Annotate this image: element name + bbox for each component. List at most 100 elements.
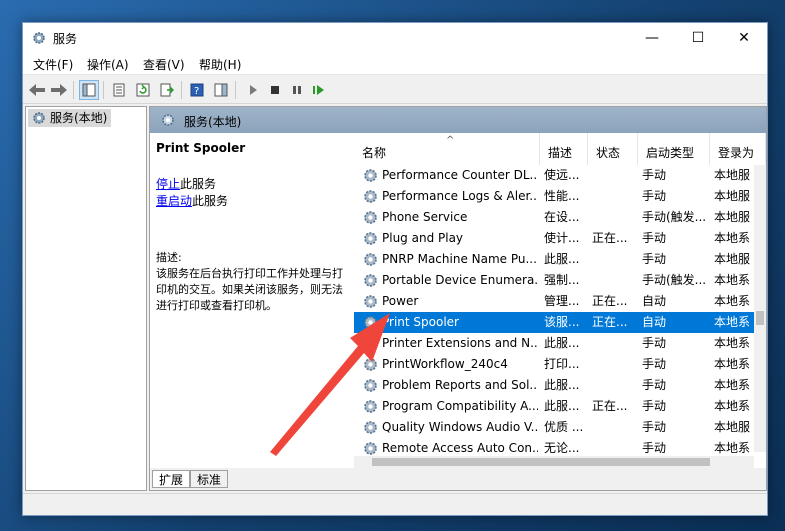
export-button[interactable]	[157, 80, 177, 100]
pause-service-button[interactable]	[287, 80, 307, 100]
table-row[interactable]: Plug and Play 使计... 正在... 手动 本地系	[354, 228, 766, 249]
panel-header-title: 服务(本地)	[184, 115, 242, 129]
service-status	[592, 249, 636, 270]
gear-icon	[362, 314, 379, 331]
service-logon: 本地服	[714, 168, 751, 182]
gear-icon	[362, 251, 379, 268]
menu-view[interactable]: 查看(V)	[143, 56, 185, 73]
minimize-icon: —	[645, 30, 659, 46]
service-logon: 本地服	[714, 252, 751, 266]
service-startup-type: 手动(触发...	[642, 210, 707, 224]
table-row[interactable]: Problem Reports and Sol... 此服... 手动 本地系	[354, 375, 766, 396]
maximize-button[interactable]: ☐	[675, 23, 721, 53]
service-startup-type: 自动	[642, 294, 667, 308]
service-logon: 本地系	[714, 357, 751, 371]
service-name: Performance Logs & Aler...	[382, 189, 538, 203]
tree-item-services-local[interactable]: 服务(本地)	[28, 109, 112, 127]
service-logon: 本地系	[714, 378, 751, 392]
services-list: ^ 名称 描述 状态 启动类型 登录为 Performance Counter …	[354, 133, 766, 468]
back-button[interactable]	[27, 80, 47, 100]
action-pane-button[interactable]	[211, 80, 231, 100]
column-status-label: 状态	[596, 146, 621, 160]
restart-service-link[interactable]: 重启动	[156, 194, 192, 208]
column-name-label: 名称	[362, 146, 387, 160]
title-bar[interactable]: 服务 — ☐ ✕	[23, 23, 767, 53]
menu-help[interactable]: 帮助(H)	[199, 56, 241, 73]
service-description: 此服...	[544, 336, 580, 350]
gear-icon	[162, 114, 174, 126]
service-logon: 本地系	[714, 399, 751, 413]
service-name: Phone Service	[382, 210, 468, 224]
table-row[interactable]: Power 管理... 正在... 自动 本地系	[354, 291, 766, 312]
table-row[interactable]: Print Spooler 该服... 正在... 自动 本地系	[354, 312, 766, 333]
service-startup-type: 手动	[642, 399, 667, 413]
gear-icon	[362, 293, 379, 310]
horizontal-scroll-thumb[interactable]	[372, 458, 710, 466]
service-startup-type: 手动	[642, 231, 667, 245]
status-bar	[23, 493, 767, 515]
minimize-button[interactable]: —	[629, 23, 675, 53]
start-icon	[250, 85, 257, 95]
column-header-status[interactable]: 状态	[588, 133, 638, 165]
table-row[interactable]: Performance Logs & Aler... 性能... 手动 本地服	[354, 186, 766, 207]
export-icon	[160, 83, 174, 97]
service-description: 管理...	[544, 294, 580, 308]
service-status	[592, 186, 636, 207]
service-description: 使远...	[544, 168, 580, 182]
column-startup-label: 启动类型	[646, 146, 695, 160]
service-name: Quality Windows Audio V...	[382, 420, 538, 434]
service-startup-type: 手动	[642, 168, 667, 182]
service-startup-type: 手动	[642, 378, 667, 392]
service-name: PrintWorkflow_240c4	[382, 357, 508, 371]
table-row[interactable]: PrintWorkflow_240c4 打印... 手动 本地系	[354, 354, 766, 375]
stop-service-link[interactable]: 停止	[156, 177, 180, 191]
tab-extended[interactable]: 扩展	[152, 470, 191, 488]
gear-icon	[362, 188, 379, 205]
help-button[interactable]: ?	[187, 80, 207, 100]
table-row[interactable]: Phone Service 在设... 手动(触发... 本地服	[354, 207, 766, 228]
toolbar: ?	[23, 76, 767, 104]
service-description-pane: Print Spooler 停止此服务 重启动此服务 描述: 该服务在后台执行打…	[150, 133, 350, 468]
service-description: 打印...	[544, 357, 580, 371]
service-name: Portable Device Enumera...	[382, 273, 538, 287]
close-button[interactable]: ✕	[721, 23, 767, 53]
gear-icon	[362, 335, 379, 352]
services-window: 服务 — ☐ ✕ 文件(F) 操作(A) 查看(V) 帮助(H) ? 服务(本地…	[22, 22, 768, 516]
table-row[interactable]: Printer Extensions and N... 此服... 手动 本地系	[354, 333, 766, 354]
service-logon: 本地服	[714, 420, 751, 434]
show-tree-button[interactable]	[79, 80, 99, 100]
resume-icon	[313, 85, 324, 95]
service-description: 在设...	[544, 210, 580, 224]
column-header-description[interactable]: 描述	[540, 133, 588, 165]
menu-bar: 文件(F) 操作(A) 查看(V) 帮助(H)	[23, 53, 767, 75]
table-row[interactable]: PNRP Machine Name Pu... 此服... 手动 本地服	[354, 249, 766, 270]
restart-service-button[interactable]	[309, 80, 329, 100]
horizontal-scrollbar[interactable]	[354, 456, 754, 468]
forward-button[interactable]	[49, 80, 69, 100]
start-service-button[interactable]	[243, 80, 263, 100]
tab-standard[interactable]: 标准	[190, 470, 229, 488]
column-header-startup[interactable]: 启动类型	[638, 133, 710, 165]
stop-service-button[interactable]	[265, 80, 285, 100]
column-header-name[interactable]: ^ 名称	[354, 133, 540, 165]
menu-file[interactable]: 文件(F)	[33, 56, 73, 73]
table-row[interactable]: Portable Device Enumera... 强制... 手动(触发... 本…	[354, 270, 766, 291]
table-row[interactable]: Program Compatibility A... 此服... 正在... 手动 本地…	[354, 396, 766, 417]
table-row[interactable]: Performance Counter DL... 使远... 手动 本地服	[354, 165, 766, 186]
action-pane-icon	[214, 83, 228, 97]
column-header-logon[interactable]: 登录为	[710, 133, 766, 165]
service-description: 性能...	[544, 189, 580, 203]
services-panel: 服务(本地) Print Spooler 停止此服务 重启动此服务 描述: 该服…	[149, 106, 767, 491]
menu-action[interactable]: 操作(A)	[87, 56, 129, 73]
vertical-scroll-thumb[interactable]	[756, 311, 764, 325]
properties-button[interactable]	[109, 80, 129, 100]
service-status	[592, 165, 636, 186]
properties-icon	[113, 83, 125, 97]
vertical-scrollbar[interactable]	[754, 165, 766, 452]
table-row[interactable]: Quality Windows Audio V... 优质 ... 手动 本地服	[354, 417, 766, 438]
restart-suffix: 此服务	[192, 194, 229, 208]
help-icon: ?	[190, 83, 204, 97]
refresh-button[interactable]	[133, 80, 153, 100]
gear-icon	[362, 419, 379, 436]
show-tree-icon	[82, 83, 96, 97]
